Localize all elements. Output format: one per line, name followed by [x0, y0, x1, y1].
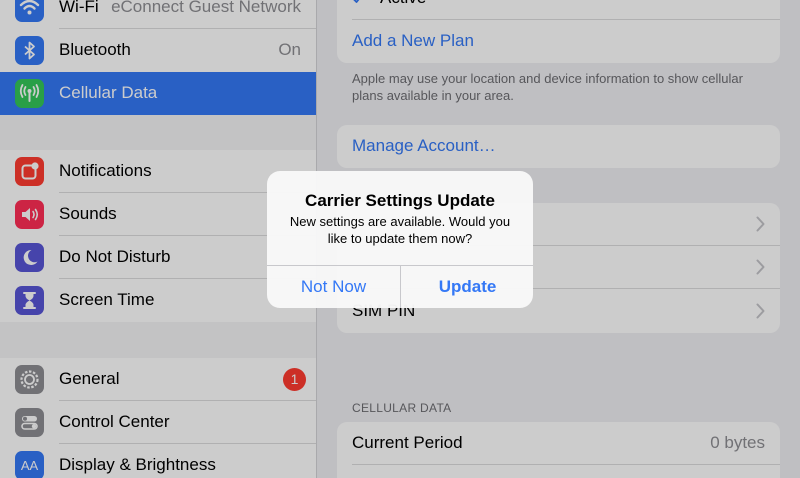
update-button[interactable]: Update — [401, 266, 533, 308]
carrier-update-alert: Carrier Settings Update New settings are… — [267, 171, 533, 308]
alert-message: New settings are available. Would you li… — [289, 214, 511, 246]
not-now-button[interactable]: Not Now — [267, 266, 400, 308]
settings-screen: Wi-Fi eConnect Guest Network Bluetooth O… — [0, 0, 800, 478]
alert-title: Carrier Settings Update — [305, 191, 495, 210]
